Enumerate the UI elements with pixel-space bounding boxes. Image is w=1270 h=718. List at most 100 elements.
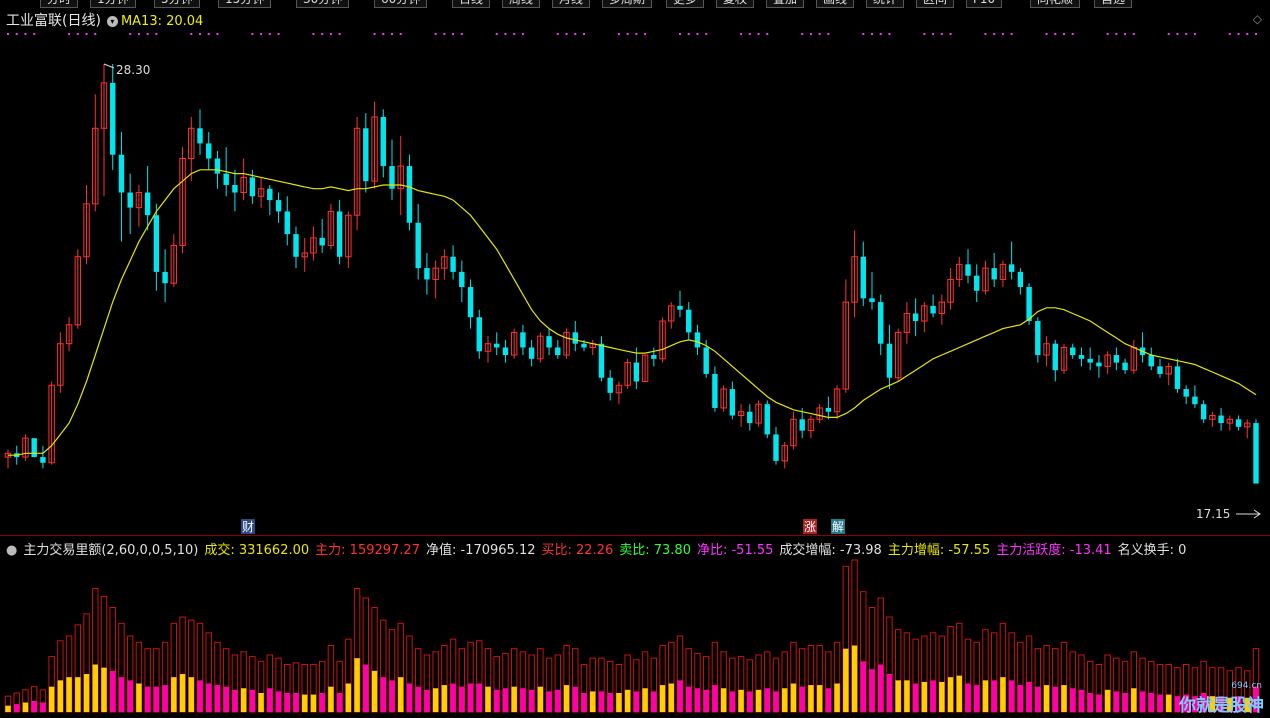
signal-dot — [705, 33, 708, 35]
candle-body — [1183, 389, 1189, 397]
candle-body — [1070, 347, 1076, 356]
candle-body — [1052, 343, 1058, 371]
candle-body — [799, 419, 805, 431]
main-volume-bar — [476, 683, 482, 712]
main-volume-bar — [110, 670, 116, 712]
candlestick-series — [4, 64, 1259, 484]
candle-body — [974, 275, 980, 291]
indicator-name[interactable]: 主力交易里额(2,60,0,0,5,10) — [23, 543, 198, 558]
candle-body — [912, 313, 919, 322]
main-volume-bar — [31, 700, 37, 712]
candle-body — [415, 222, 421, 269]
kline-chart: 28.30 17.15 财 涨 解 — [4, 33, 1261, 713]
indicator-settings-icon[interactable]: ● — [6, 543, 17, 558]
main-volume-bar — [1166, 694, 1172, 712]
main-volume-bar — [764, 688, 770, 712]
main-volume-bar — [860, 661, 866, 712]
main-volume-bar — [66, 677, 72, 712]
candle-body — [1113, 355, 1120, 363]
main-volume-bar — [380, 677, 386, 712]
main-volume-bar — [406, 683, 413, 712]
main-volume-bar — [895, 680, 901, 712]
indicator-value-7: 主力增幅: -57.55 — [887, 543, 991, 558]
main-volume-bar — [633, 691, 640, 712]
main-volume-bar — [232, 689, 238, 712]
main-volume-bar — [703, 689, 709, 712]
candle-body — [127, 192, 133, 208]
signal-dot — [801, 33, 804, 35]
main-volume-bar — [598, 691, 605, 712]
candle-body — [703, 347, 709, 374]
main-volume-bar — [214, 685, 221, 712]
candle-body — [1235, 419, 1242, 427]
main-volume-bar — [546, 691, 552, 712]
main-volume-bar — [223, 686, 229, 712]
low-label: 17.15 — [1196, 507, 1230, 521]
main-volume-bar — [424, 689, 430, 712]
main-volume-bar — [153, 686, 160, 712]
signal-dot — [984, 33, 987, 35]
signal-dot — [565, 33, 568, 35]
main-volume-bar — [494, 689, 500, 712]
main-volume-bar — [328, 686, 334, 712]
main-volume-bar — [1148, 693, 1154, 712]
signal-dot — [68, 33, 71, 35]
signal-dot — [399, 33, 402, 35]
signal-dot — [1255, 33, 1257, 35]
signal-dot — [460, 33, 463, 35]
signal-dots-row — [7, 33, 1257, 35]
signal-dot — [1071, 33, 1074, 35]
main-volume-bar — [1122, 693, 1128, 712]
settings-icon[interactable]: ▾ — [106, 15, 118, 27]
main-volume-bar — [459, 686, 465, 712]
signal-dot — [1045, 33, 1048, 35]
signal-dot — [574, 33, 577, 35]
candle-body — [450, 256, 456, 272]
candle-body — [686, 309, 692, 333]
candle-body — [249, 177, 256, 197]
signal-dot — [1010, 33, 1013, 35]
candle-body — [694, 332, 701, 348]
signal-dot — [251, 33, 254, 35]
main-volume-bar — [284, 693, 290, 712]
signal-dot — [1124, 33, 1127, 35]
main-volume-bar — [432, 688, 439, 712]
candle-body — [406, 166, 413, 223]
watermark-domain: 694.cn — [1231, 681, 1262, 691]
main-volume-bar — [363, 664, 369, 712]
signal-dot — [434, 33, 437, 35]
signal-dot — [888, 33, 891, 35]
candle-body — [1087, 358, 1093, 363]
diamond-icon[interactable]: ◇ — [1253, 12, 1262, 26]
candle-body — [677, 305, 683, 310]
main-volume-bar — [118, 677, 125, 712]
main-volume-bar — [878, 664, 884, 712]
stock-title[interactable]: 工业富联(日线) — [6, 13, 101, 29]
signal-dot — [1001, 33, 1004, 35]
main-volume-bar — [302, 694, 308, 712]
signal-dot — [382, 33, 385, 35]
signal-dot — [1176, 33, 1179, 35]
signal-dot — [513, 33, 516, 35]
main-volume-bar — [75, 677, 81, 712]
main-volume-bar — [275, 691, 282, 712]
candle-body — [284, 211, 290, 235]
main-volume-bar — [974, 685, 980, 712]
indicator-values: 成交: 331662.00 主力: 159297.27 净值: -170965.12… — [204, 543, 1192, 558]
main-volume-bar — [5, 705, 11, 712]
ma13-line — [8, 169, 1257, 456]
indicator-value-4: 卖比: 73.80 — [619, 543, 691, 558]
signal-dot — [1167, 33, 1170, 35]
signal-dot — [1132, 33, 1135, 35]
candle-body — [1017, 271, 1024, 288]
signal-dot — [146, 33, 149, 35]
signal-dot — [818, 33, 821, 35]
main-volume-bar — [441, 685, 448, 712]
main-volume-bar — [668, 683, 674, 712]
main-volume-bar — [651, 691, 657, 712]
main-volume-bar — [354, 658, 360, 712]
signal-dot — [329, 33, 332, 35]
signal-dot — [740, 33, 743, 35]
main-volume-bar — [127, 680, 133, 712]
candle-body — [293, 234, 299, 257]
